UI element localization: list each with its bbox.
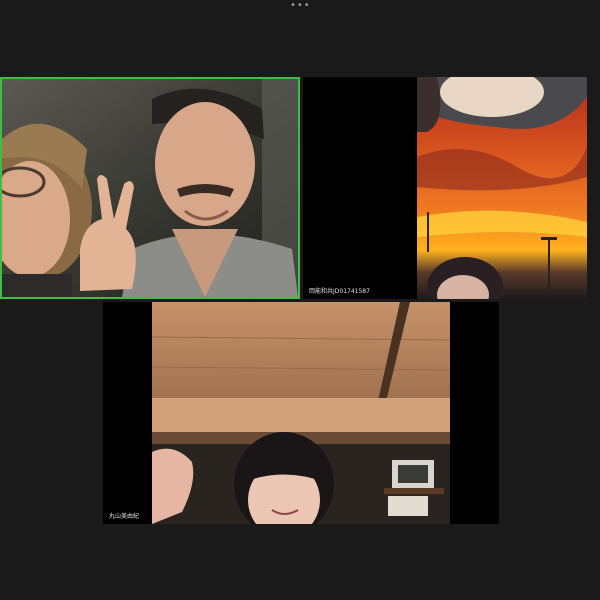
more-options-icon[interactable]: ••• (290, 1, 311, 11)
video-tile-1[interactable] (0, 77, 300, 299)
video-tile-2[interactable]: 岡能和共JD01741587 (303, 77, 587, 299)
participant-name: 岡能和共JD01741587 (309, 288, 370, 295)
participant-video (417, 77, 587, 299)
video-tile-3[interactable]: 丸山美由紀 (103, 302, 499, 524)
participant-video (2, 79, 298, 297)
participant-name: 丸山美由紀 (109, 513, 140, 520)
participant-video (152, 302, 450, 524)
